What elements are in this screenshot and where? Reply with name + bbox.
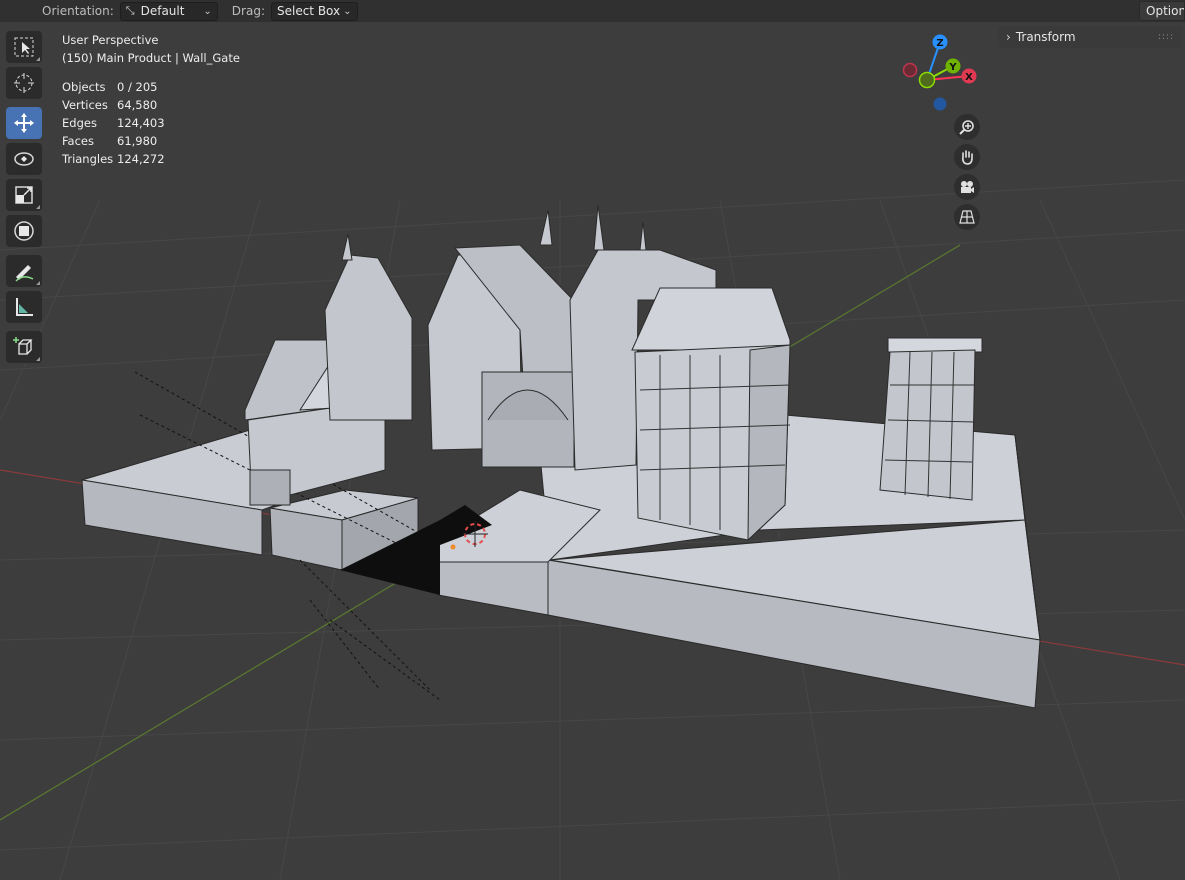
drag-grip-icon[interactable]: :::: xyxy=(1158,32,1174,42)
drag-dropdown[interactable]: Select Box ⌄ xyxy=(270,1,358,21)
transform-panel-title: Transform xyxy=(1015,30,1076,44)
house-right-tower xyxy=(879,337,983,501)
viewport-info-overlay: User Perspective (150) Main Product | Wa… xyxy=(62,31,240,168)
navigation-gizmo[interactable]: Z Y X xyxy=(902,34,977,111)
cursor-icon xyxy=(14,73,34,93)
stat-label: Objects xyxy=(62,80,106,94)
add-cube-tool[interactable] xyxy=(6,331,42,363)
tool-variant-indicator xyxy=(36,205,40,209)
rotate-icon xyxy=(14,152,34,166)
view-mode-label: User Perspective xyxy=(62,33,159,47)
pan-hand-icon xyxy=(962,150,973,165)
stat-row: Vertices 64,580 xyxy=(62,96,240,114)
active-object-context: (150) Main Product | Wall_Gate xyxy=(62,51,240,65)
camera-view-button[interactable] xyxy=(954,174,980,200)
transform-panel-header[interactable]: › Transform :::: xyxy=(998,26,1182,48)
annotate-icon xyxy=(15,265,34,282)
stat-row: Objects 0 / 205 xyxy=(62,78,240,96)
measure-tool[interactable] xyxy=(6,291,42,323)
ortho-toggle-button[interactable] xyxy=(954,204,980,230)
gizmo-y-label: Y xyxy=(948,62,957,73)
stat-label: Triangles xyxy=(62,152,114,166)
pan-button[interactable] xyxy=(954,144,980,170)
house-tower-1 xyxy=(324,233,413,421)
orientation-label: Orientation: xyxy=(42,4,114,18)
scene-statistics: Objects 0 / 205 Vertices 64,580 Edges 124,4… xyxy=(62,78,240,168)
origin-point xyxy=(450,544,456,550)
gizmo-z-label: Z xyxy=(936,38,943,49)
cursor-tool[interactable] xyxy=(6,67,42,99)
viewport-header: Orientation: ⤡ Default ⌄ Drag: Select Bo… xyxy=(0,0,1185,22)
stat-value: 61,980 xyxy=(117,134,158,148)
stat-value: 0 / 205 xyxy=(117,80,158,94)
rotate-tool[interactable] xyxy=(6,143,42,175)
camera-icon xyxy=(961,181,974,193)
stat-row: Triangles 124,272 xyxy=(62,150,240,168)
neg-x-axis-handle[interactable] xyxy=(902,62,918,78)
scale-icon xyxy=(15,186,33,204)
move-tool[interactable] xyxy=(6,107,42,139)
select-box-icon xyxy=(14,37,34,57)
move-icon xyxy=(14,113,34,133)
gizmo-x-label: X xyxy=(965,72,973,83)
chevron-right-icon: › xyxy=(1006,30,1011,44)
chevron-down-icon: ⌄ xyxy=(203,5,212,17)
orientation-value: Default xyxy=(140,4,185,18)
house-center xyxy=(427,209,579,468)
tool-shelf xyxy=(6,31,44,367)
ortho-grid-icon xyxy=(959,210,975,224)
measure-icon xyxy=(16,298,33,316)
annotate-tool[interactable] xyxy=(6,255,42,287)
stat-row: Faces 61,980 xyxy=(62,132,240,150)
drag-label: Drag: xyxy=(231,4,265,18)
stat-label: Edges xyxy=(62,116,97,130)
stat-label: Vertices xyxy=(62,98,108,112)
select-box-tool[interactable] xyxy=(6,31,42,63)
options-button[interactable]: Options xyxy=(1139,1,1185,21)
scale-tool[interactable] xyxy=(6,179,42,211)
zoom-button[interactable] xyxy=(954,114,980,140)
stat-label: Faces xyxy=(62,134,94,148)
stat-value: 124,403 xyxy=(117,116,165,130)
stat-value: 124,272 xyxy=(117,152,165,166)
viewport-navigation xyxy=(954,114,982,234)
tool-variant-indicator xyxy=(36,57,40,61)
neg-y-axis-handle[interactable] xyxy=(918,71,936,89)
orientation-axes-icon: ⤡ xyxy=(125,4,135,17)
tool-variant-indicator xyxy=(36,357,40,361)
neg-z-axis-handle[interactable] xyxy=(933,97,947,111)
orientation-dropdown[interactable]: ⤡ Default ⌄ xyxy=(119,1,218,21)
options-label: Options xyxy=(1146,4,1184,18)
stat-row: Edges 124,403 xyxy=(62,114,240,132)
chevron-down-icon: ⌄ xyxy=(343,5,352,17)
tool-variant-indicator xyxy=(36,281,40,285)
transform-icon xyxy=(14,221,34,241)
drag-value: Select Box xyxy=(276,4,341,18)
house-front-tower xyxy=(631,287,791,542)
transform-tool[interactable] xyxy=(6,215,42,247)
zoom-icon xyxy=(959,120,974,135)
stat-value: 64,580 xyxy=(117,98,158,112)
add-cube-icon xyxy=(13,337,33,355)
